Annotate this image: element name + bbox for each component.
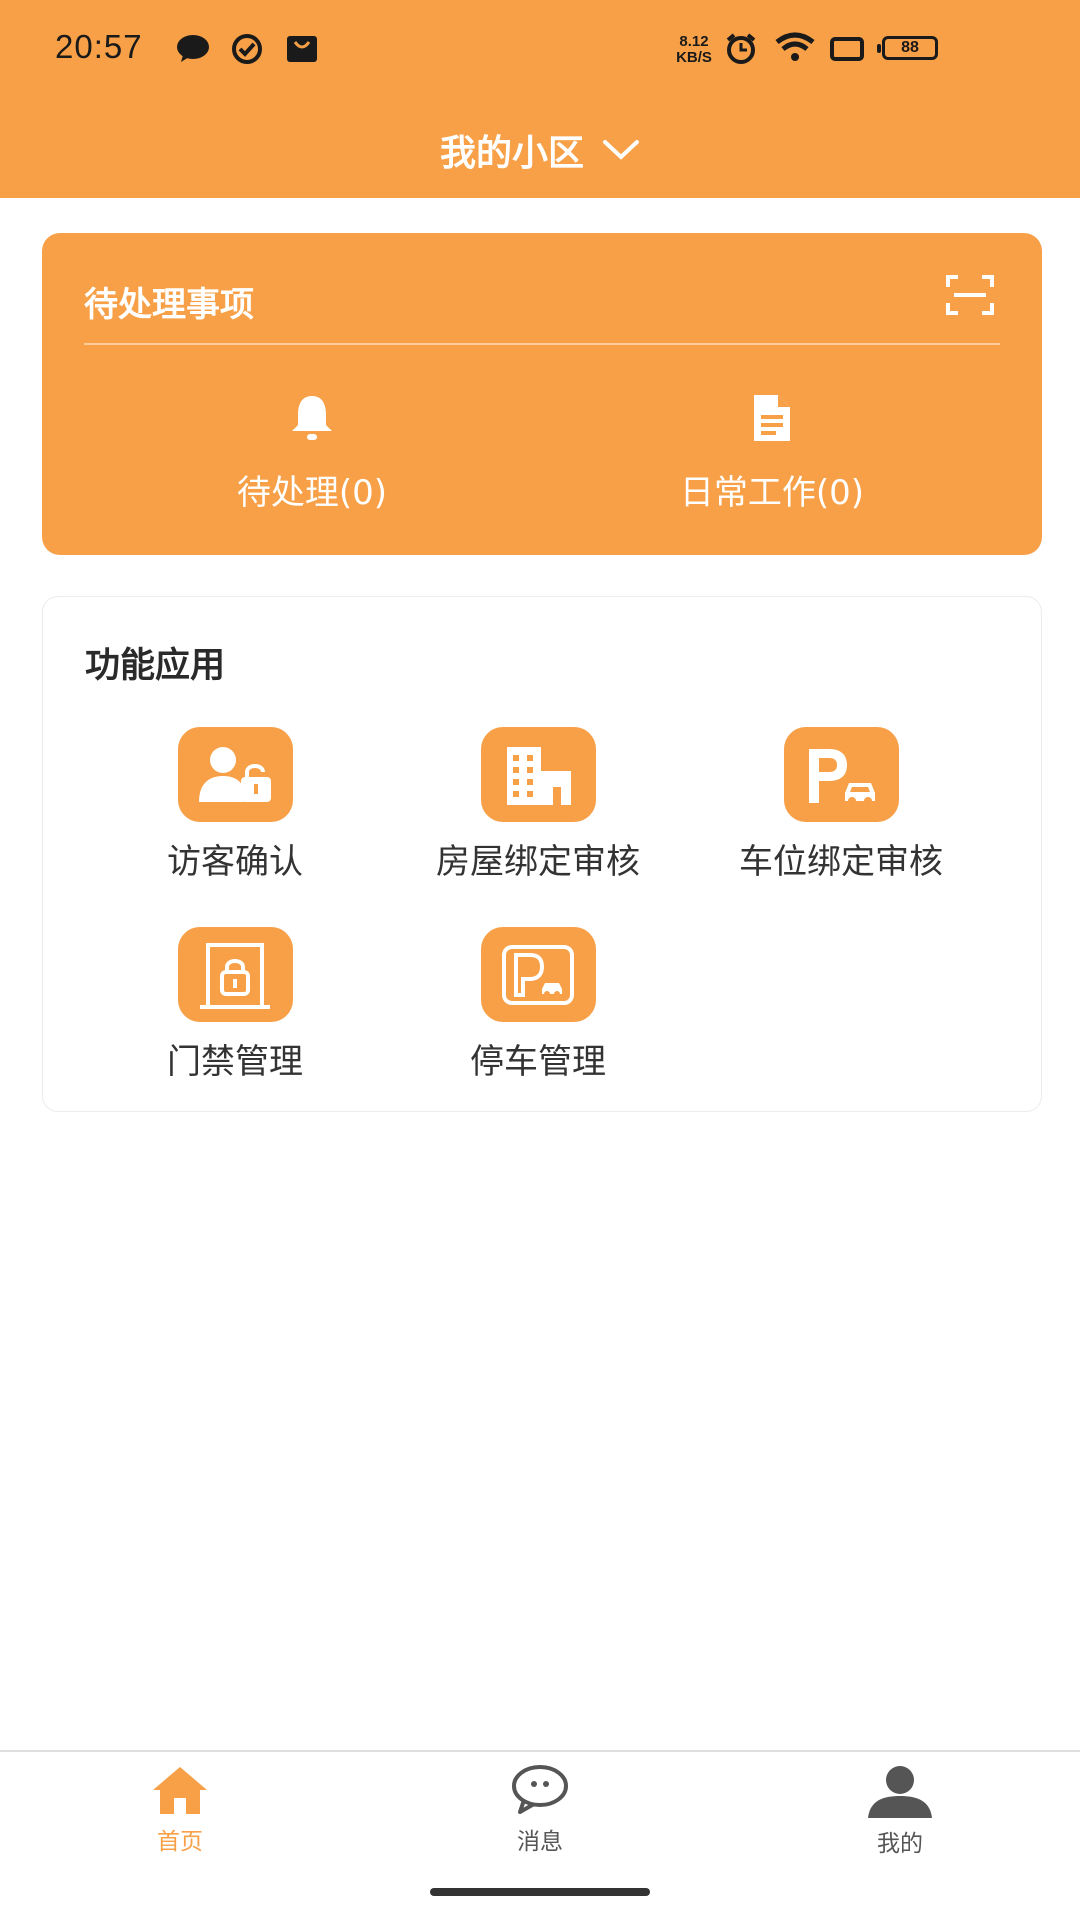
tab-home[interactable]: 首页 [80, 1764, 280, 1856]
user-icon [868, 1766, 932, 1818]
chevron-down-icon [603, 140, 639, 160]
pending-item-daily[interactable]: 日常工作(0) [572, 393, 972, 514]
pending-item-label: 日常工作(0) [679, 473, 865, 513]
app-tile [480, 727, 596, 822]
net-speed: 8.12 KB/S [676, 33, 712, 66]
check-circle-icon [230, 32, 264, 70]
app-visitor-confirm[interactable]: 访客确认 [85, 727, 385, 883]
status-bar: 20:57 8.12 KB/S 88 [0, 0, 1080, 100]
parking-frame-icon [502, 944, 574, 1005]
alarm-icon [724, 32, 758, 70]
app-tile [177, 927, 293, 1022]
chat-bubble-icon [175, 33, 211, 67]
page-title: 我的小区 [439, 133, 584, 174]
tab-messages-label: 消息 [517, 1829, 563, 1855]
functions-title: 功能应用 [85, 646, 226, 686]
home-icon [153, 1767, 207, 1814]
message-icon [512, 1765, 568, 1814]
scan-icon[interactable] [946, 273, 994, 321]
building-icon [507, 746, 571, 805]
tab-messages[interactable]: 消息 [440, 1764, 640, 1856]
app-parking-binding[interactable]: 车位绑定审核 [691, 727, 991, 883]
tab-home-label: 首页 [157, 1829, 203, 1855]
pending-card: 待处理事项 待处理(0) 日常工作(0) [42, 233, 1042, 555]
app-parking-management[interactable]: 停车管理 [388, 927, 688, 1083]
app-label: 访客确认 [167, 842, 303, 882]
functions-card: 功能应用 访客确认 房屋绑定审核 车位绑定审核 门禁管理 停车管理 [42, 596, 1042, 1112]
app-house-binding[interactable]: 房屋绑定审核 [388, 727, 688, 883]
pending-title: 待处理事项 [84, 285, 254, 325]
document-icon [754, 395, 790, 441]
door-lock-icon [200, 942, 270, 1009]
app-tile [783, 727, 899, 822]
battery-icon: 88 [877, 36, 938, 60]
parking-car-icon [809, 748, 875, 805]
status-time: 20:57 [55, 28, 143, 65]
screen-icon [830, 36, 864, 66]
app-label: 房屋绑定审核 [436, 842, 640, 882]
app-tile [177, 727, 293, 822]
pending-item-todo[interactable]: 待处理(0) [112, 393, 512, 514]
pending-item-label: 待处理(0) [236, 473, 388, 513]
community-selector[interactable]: 我的小区 [0, 124, 1080, 176]
tab-profile-label: 我的 [877, 1831, 923, 1857]
bell-icon [292, 396, 332, 440]
tab-profile[interactable]: 我的 [800, 1764, 1000, 1858]
divider [84, 343, 1000, 345]
app-tile [480, 927, 596, 1022]
wifi-icon [774, 32, 816, 68]
app-label: 车位绑定审核 [739, 842, 943, 882]
shopping-bag-icon [285, 32, 319, 68]
visitor-lock-icon [199, 746, 271, 802]
app-access-control[interactable]: 门禁管理 [85, 927, 385, 1083]
app-label: 停车管理 [470, 1042, 606, 1082]
app-label: 门禁管理 [167, 1042, 303, 1082]
home-indicator[interactable] [430, 1888, 650, 1896]
